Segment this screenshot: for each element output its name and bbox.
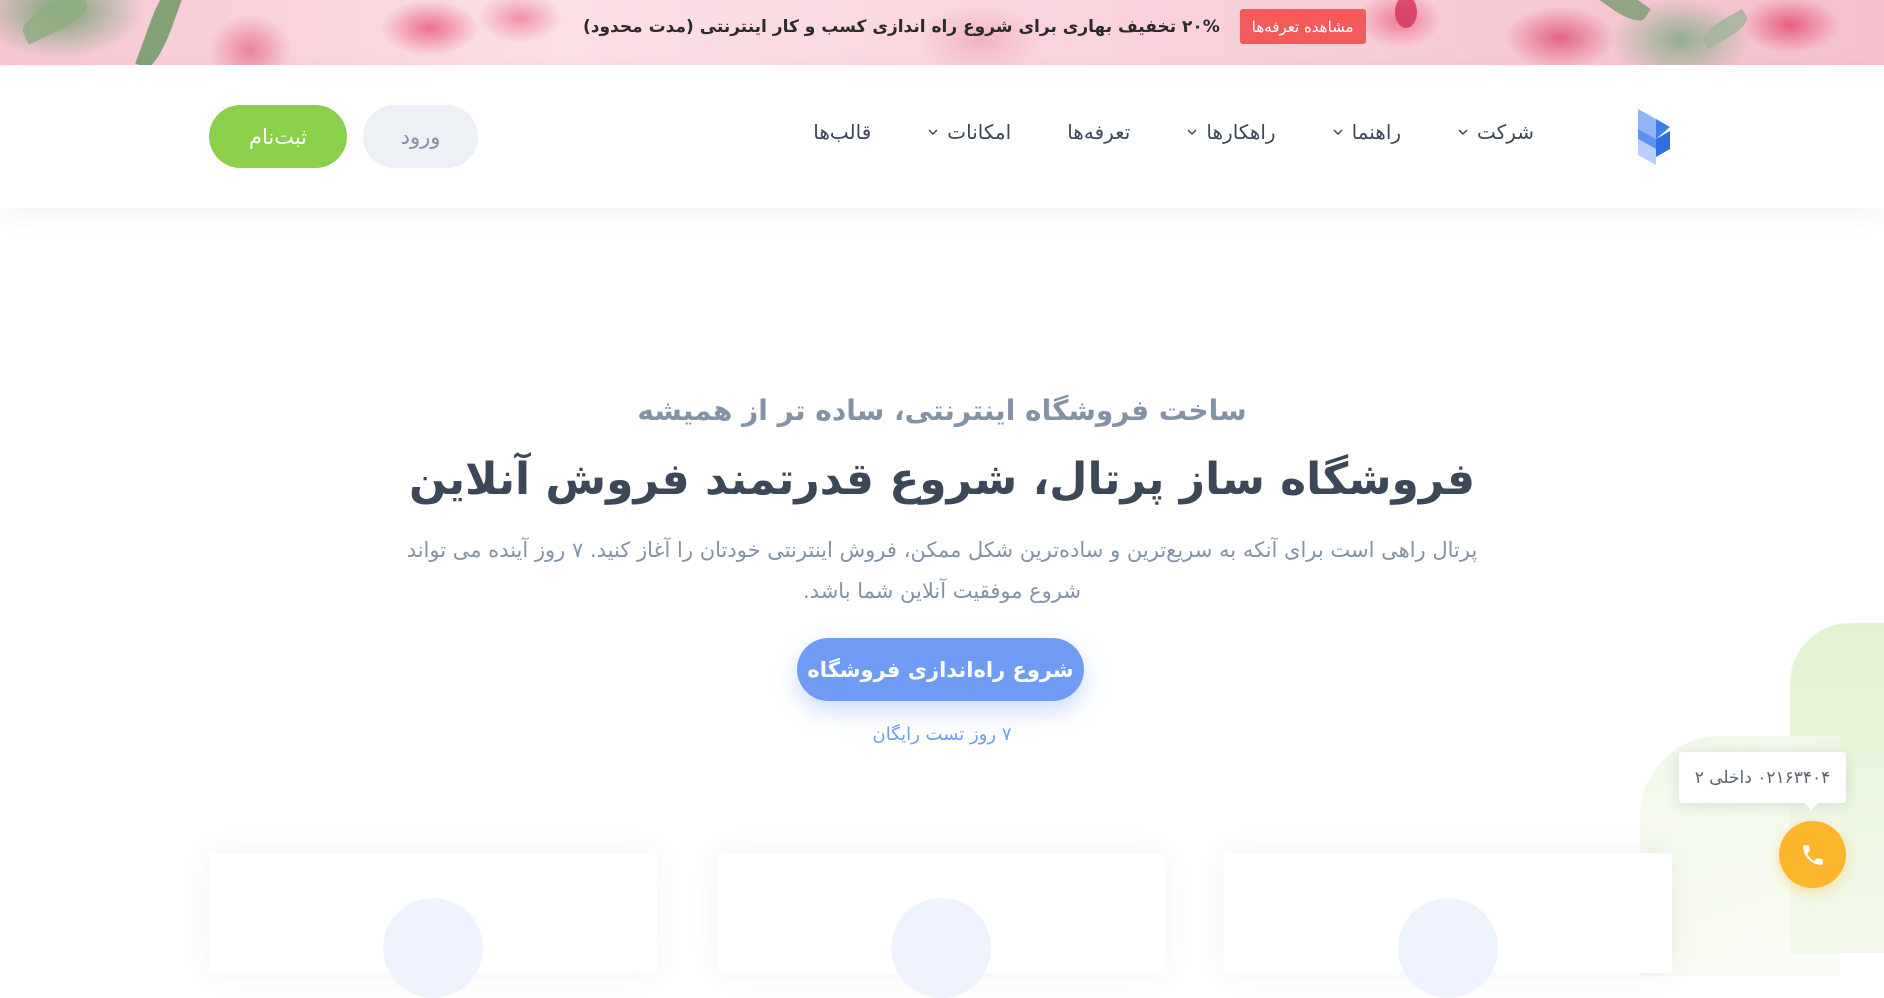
nav-item-label: امکانات [947, 120, 1012, 144]
login-button[interactable]: ورود [363, 105, 478, 168]
hero-subtitle: ساخت فروشگاه اینترنتی، ساده تر از همیشه [637, 394, 1247, 427]
nav-item-label: راهنما [1351, 120, 1402, 144]
chevron-down-icon [1458, 129, 1468, 136]
tooltip-arrow [1803, 802, 1819, 810]
free-trial-note: ۷ روز تست رایگان [872, 724, 1012, 745]
nav-item-label: شرکت [1477, 120, 1534, 144]
nav-item-label: قالب‌ها [813, 120, 872, 144]
leaf-decoration [1589, 0, 1651, 28]
feature-card [1224, 853, 1672, 998]
nav-item-features[interactable]: امکانات [899, 120, 1039, 144]
view-pricing-button[interactable]: مشاهده تعرفه‌ها [1239, 9, 1366, 44]
nav-item-label: راهکارها [1206, 120, 1276, 144]
nav-item-guide[interactable]: راهنما [1304, 120, 1429, 144]
phone-icon [1802, 844, 1823, 865]
chevron-down-icon [1187, 129, 1197, 136]
feature-card [209, 853, 657, 998]
nav-item-pricing[interactable]: تعرفه‌ها [1039, 120, 1158, 144]
nav-item-company[interactable]: شرکت [1429, 120, 1562, 144]
nav-item-label: تعرفه‌ها [1067, 120, 1131, 144]
nav-item-templates[interactable]: قالب‌ها [785, 120, 899, 144]
promo-content: ۲۰% تخفیف بهاری برای شروع راه اندازی کسب… [583, 9, 1366, 44]
main-nav: قالب‌ها امکانات تعرفه‌ها راهکارها راهنما… [785, 120, 1562, 144]
feature-icon [1398, 898, 1498, 998]
chevron-down-icon [1333, 129, 1343, 136]
feature-card [717, 853, 1165, 998]
feature-icon [383, 898, 483, 998]
signup-button[interactable]: ثبت‌نام [209, 105, 347, 168]
leaf-decoration [1698, 8, 1752, 50]
site-header: قالب‌ها امکانات تعرفه‌ها راهکارها راهنما… [0, 65, 1884, 208]
leaf-decoration [135, 0, 187, 65]
promo-banner: ۲۰% تخفیف بهاری برای شروع راه اندازی کسب… [0, 0, 1884, 65]
hero-title: فروشگاه ساز پرتال، شروع قدرتمند فروش آنل… [408, 454, 1476, 505]
leaf-decoration [17, 0, 93, 45]
leaf-decoration [1395, 0, 1417, 28]
chevron-down-icon [928, 129, 938, 136]
support-phone-tooltip: ۰۲۱۶۳۴۰۴ داخلی ۲ [1679, 752, 1846, 803]
hero-section: ساخت فروشگاه اینترنتی، ساده تر از همیشه … [0, 208, 1884, 998]
feature-icon [891, 898, 991, 998]
hero-description: پرتال راهی است برای آنکه به سریع‌ترین و … [406, 538, 1478, 603]
promo-text: ۲۰% تخفیف بهاری برای شروع راه اندازی کسب… [583, 16, 1220, 37]
start-store-button[interactable]: شروع راه‌اندازی فروشگاه [797, 638, 1084, 701]
call-support-button[interactable] [1779, 821, 1846, 888]
portal-logo[interactable] [1636, 105, 1672, 167]
nav-item-solutions[interactable]: راهکارها [1158, 120, 1303, 144]
